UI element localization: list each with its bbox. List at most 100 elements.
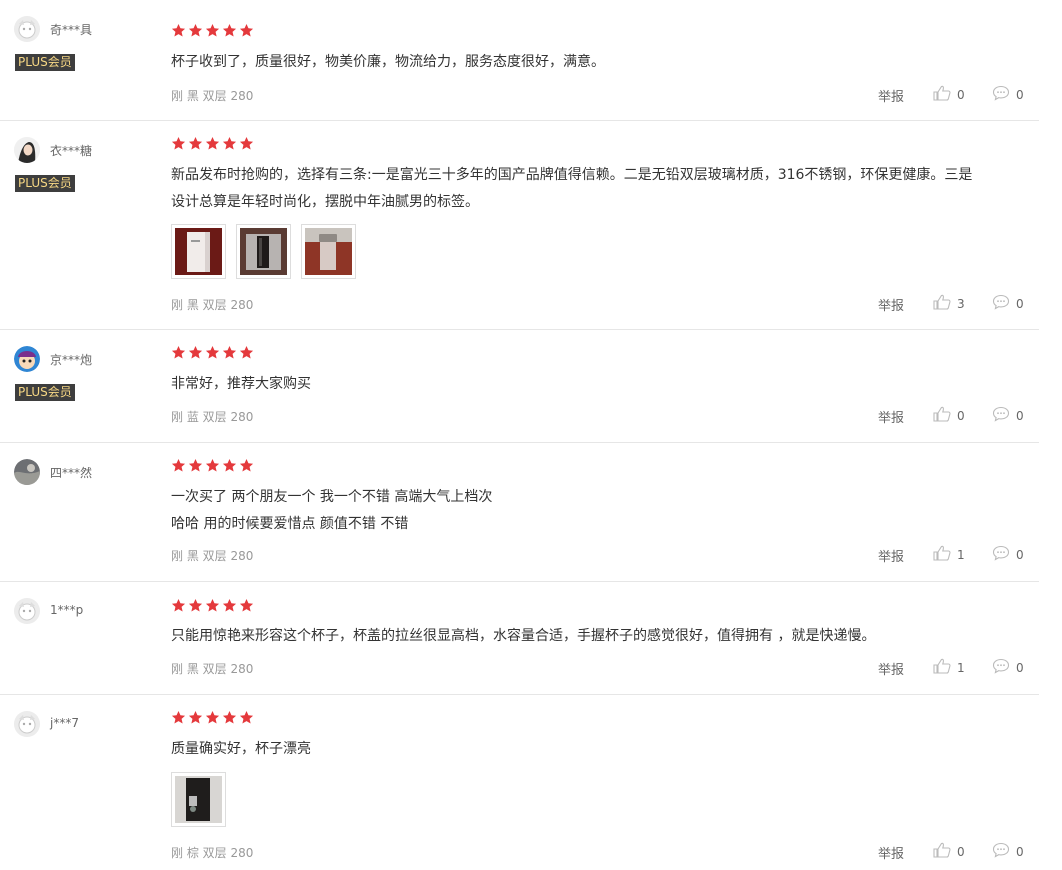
username: 京***炮 [50, 353, 93, 367]
comment-count: 0 [1016, 296, 1024, 311]
star-icon [222, 136, 237, 150]
comment-count: 0 [1016, 87, 1024, 102]
product-variant: 刚 棕 双层 280 [171, 846, 254, 860]
report-link[interactable]: 举报 [878, 295, 904, 314]
review-line: 新品发布时抢购的，选择有三条:一是富光三十多年的国产品牌值得信赖。二是无铅双层玻… [171, 167, 973, 183]
star-icon [188, 23, 203, 37]
comment-icon [992, 406, 1010, 425]
product-variant: 刚 黑 双层 280 [171, 89, 254, 103]
review-images [171, 224, 356, 279]
rating-stars [171, 710, 254, 725]
star-icon [222, 345, 237, 359]
report-link[interactable]: 举报 [878, 546, 904, 565]
plus-member-badge: PLUS会员 [15, 175, 75, 192]
like-button[interactable]: 1 [933, 545, 965, 564]
report-link[interactable]: 举报 [878, 659, 904, 678]
avatar[interactable] [14, 598, 40, 624]
review-text: 杯子收到了，质量很好，物美价廉，物流给力，服务态度很好，满意。 [171, 49, 1031, 76]
star-icon [205, 345, 220, 359]
username: 1***p [50, 603, 84, 617]
thumbs-up-icon [933, 406, 951, 425]
star-icon [171, 458, 186, 472]
review-image-thumbnail[interactable] [171, 224, 226, 279]
product-variant: 刚 黑 双层 280 [171, 549, 254, 563]
review-images [171, 772, 226, 827]
product-variant: 刚 黑 双层 280 [171, 662, 254, 676]
thumbs-up-icon [933, 85, 951, 104]
review-image-thumbnail[interactable] [301, 224, 356, 279]
comment-count: 0 [1016, 660, 1024, 675]
comment-button[interactable]: 0 [992, 406, 1024, 425]
comment-count: 0 [1016, 408, 1024, 423]
star-icon [222, 458, 237, 472]
like-button[interactable]: 0 [933, 85, 965, 104]
star-icon [205, 598, 220, 612]
like-button[interactable]: 0 [933, 842, 965, 861]
review-text: 一次买了 两个朋友一个 我一个不错 高端大气上档次 哈哈 用的时候要爱惜点 颜值… [171, 484, 1031, 538]
review-line: 杯子收到了，质量很好，物美价廉，物流给力，服务态度很好，满意。 [171, 54, 605, 70]
comment-button[interactable]: 0 [992, 294, 1024, 313]
comment-button[interactable]: 0 [992, 842, 1024, 861]
star-icon [188, 458, 203, 472]
avatar[interactable] [14, 459, 40, 485]
star-icon [239, 710, 254, 724]
like-count: 3 [957, 296, 965, 311]
review-image-thumbnail[interactable] [236, 224, 291, 279]
review-text: 只能用惊艳来形容这个杯子，杯盖的拉丝很显高档，水容量合适，手握杯子的感觉很好，值… [171, 623, 1031, 650]
report-link[interactable]: 举报 [878, 407, 904, 426]
star-icon [239, 23, 254, 37]
thumbs-up-icon [933, 658, 951, 677]
comment-count: 0 [1016, 844, 1024, 859]
review-text: 新品发布时抢购的，选择有三条:一是富光三十多年的国产品牌值得信赖。二是无铅双层玻… [171, 162, 1031, 216]
avatar[interactable] [14, 346, 40, 372]
star-icon [239, 136, 254, 150]
thumbs-up-icon [933, 294, 951, 313]
like-count: 0 [957, 844, 965, 859]
like-count: 1 [957, 660, 965, 675]
star-icon [239, 458, 254, 472]
review-item: 1***p 只能用惊艳来形容这个杯子，杯盖的拉丝很显高档，水容量合适，手握杯子的… [0, 582, 1039, 695]
review-line: 一次买了 两个朋友一个 我一个不错 高端大气上档次 [171, 489, 493, 505]
star-icon [171, 23, 186, 37]
report-link[interactable]: 举报 [878, 843, 904, 862]
star-icon [205, 23, 220, 37]
star-icon [239, 598, 254, 612]
like-count: 0 [957, 408, 965, 423]
comment-icon [992, 85, 1010, 104]
star-icon [188, 710, 203, 724]
like-button[interactable]: 1 [933, 658, 965, 677]
like-button[interactable]: 0 [933, 406, 965, 425]
review-text: 非常好，推荐大家购买 [171, 371, 1031, 398]
username: 奇***具 [50, 23, 93, 37]
avatar[interactable] [14, 711, 40, 737]
avatar[interactable] [14, 16, 40, 42]
comment-button[interactable]: 0 [992, 545, 1024, 564]
review-line: 非常好，推荐大家购买 [171, 376, 311, 392]
star-icon [188, 598, 203, 612]
comment-icon [992, 658, 1010, 677]
like-button[interactable]: 3 [933, 294, 965, 313]
review-image-thumbnail[interactable] [171, 772, 226, 827]
like-count: 0 [957, 87, 965, 102]
product-variant: 刚 蓝 双层 280 [171, 410, 254, 424]
star-icon [171, 710, 186, 724]
star-icon [171, 345, 186, 359]
comment-button[interactable]: 0 [992, 658, 1024, 677]
review-line: 设计总算是年轻时尚化，摆脱中年油腻男的标签。 [171, 194, 479, 210]
star-icon [188, 136, 203, 150]
comment-count: 0 [1016, 547, 1024, 562]
avatar[interactable] [14, 137, 40, 163]
thumbs-up-icon [933, 545, 951, 564]
star-icon [205, 458, 220, 472]
comment-icon [992, 545, 1010, 564]
review-text: 质量确实好，杯子漂亮 [171, 736, 1031, 763]
rating-stars [171, 23, 254, 38]
report-link[interactable]: 举报 [878, 86, 904, 105]
comment-button[interactable]: 0 [992, 85, 1024, 104]
rating-stars [171, 458, 254, 473]
review-line: 只能用惊艳来形容这个杯子，杯盖的拉丝很显高档，水容量合适，手握杯子的感觉很好，值… [171, 628, 876, 644]
star-icon [222, 710, 237, 724]
cup-on-table-photo [175, 776, 222, 823]
product-tube-photo [240, 228, 287, 275]
star-icon [239, 345, 254, 359]
